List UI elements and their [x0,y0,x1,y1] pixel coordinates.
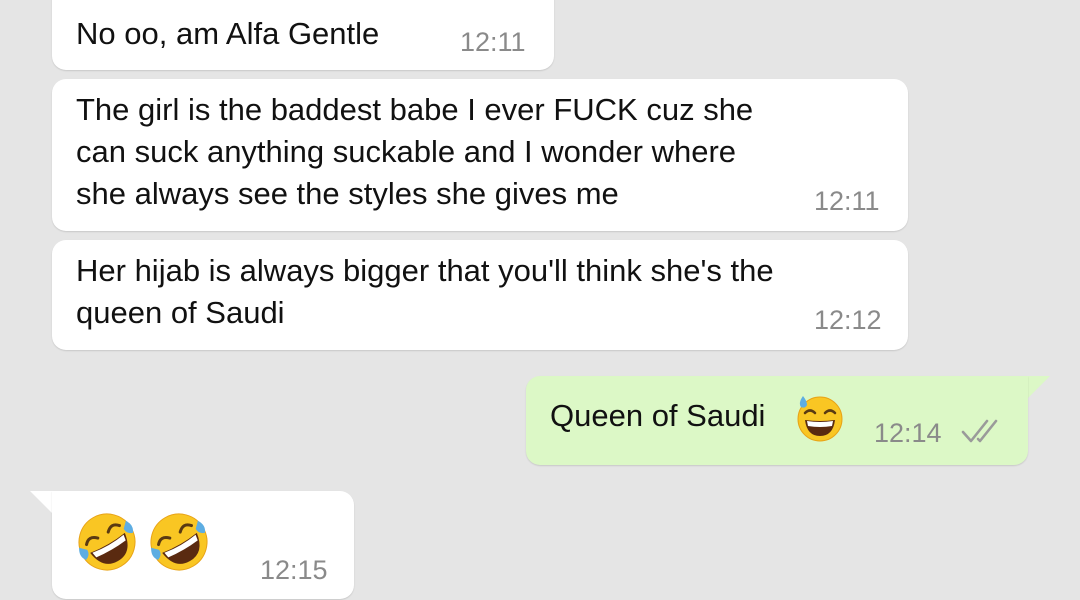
message-text: Her hijab is always bigger that you'll t… [76,253,774,330]
double-check-icon [960,416,1008,446]
message-timestamp: 12:15 [260,555,328,585]
message-timestamp: 12:11 [814,186,880,216]
message-timestamp: 12:12 [814,305,882,335]
message-bubble-incoming[interactable]: Her hijab is always bigger that you'll t… [52,240,908,350]
message-text: No oo, am Alfa Gentle [76,16,380,51]
grinning-squinting-face-with-sweat-icon [795,393,845,443]
message-text: The girl is the baddest babe I ever FUCK… [76,92,754,211]
rolling-on-floor-laughing-icon [146,509,212,575]
message-bubble-outgoing[interactable]: Queen of Saudi 12:14 [526,376,1028,465]
message-bubble-incoming[interactable]: 12:15 [52,491,354,599]
message-timestamp: 12:14 [874,418,942,448]
rolling-on-floor-laughing-icon [74,509,140,575]
message-text: Queen of Saudi [550,398,766,433]
message-timestamp: 12:11 [460,27,526,57]
message-bubble-incoming[interactable]: No oo, am Alfa Gentle 12:11 [52,0,554,70]
message-bubble-incoming[interactable]: The girl is the baddest babe I ever FUCK… [52,79,908,231]
